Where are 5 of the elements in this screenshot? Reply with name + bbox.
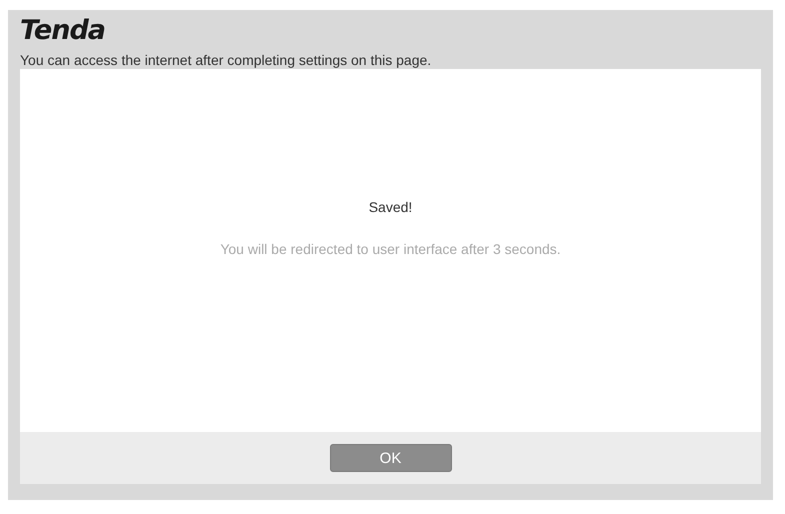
redirect-message: You will be redirected to user interface after 3 seconds. (220, 241, 561, 257)
notice-text: You can access the internet after completing settings on this page. (20, 51, 432, 69)
brand-logo: Tenda (20, 16, 106, 46)
status-message: Saved! (368, 199, 412, 215)
ok-button[interactable]: OK (330, 444, 452, 472)
